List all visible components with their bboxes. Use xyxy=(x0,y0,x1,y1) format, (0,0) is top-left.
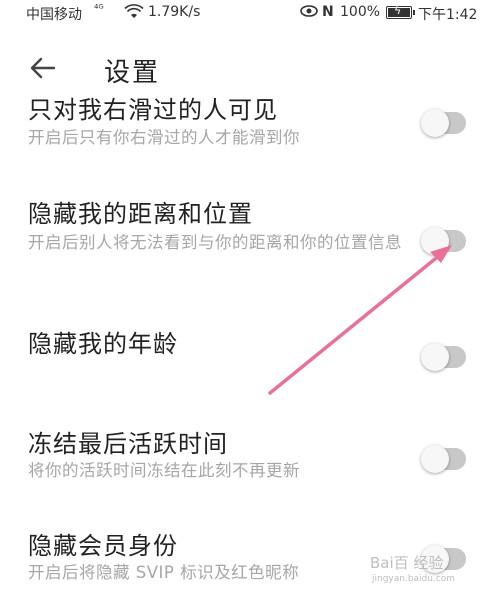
setting-row-hide-distance-location: 隐藏我的距离和位置 开启后别人将无法看到与你的距离和你的位置信息 xyxy=(0,186,488,286)
setting-title: 冻结最后活跃时间 xyxy=(28,430,228,458)
setting-title: 隐藏我的年龄 xyxy=(28,330,178,358)
eye-comfort-icon xyxy=(300,4,318,22)
toggle-hide-distance-location[interactable] xyxy=(421,227,466,255)
setting-row-freeze-active-time: 冻结最后活跃时间 将你的活跃时间冻结在此刻不再更新 xyxy=(0,414,488,494)
setting-description: 开启后只有你右滑过的人才能滑到你 xyxy=(28,128,300,147)
clock: 下午1:42 xyxy=(418,7,478,23)
setting-row-right-swipe-visible: 只对我右滑过的人可见 开启后只有你右滑过的人才能滑到你 xyxy=(0,96,488,168)
setting-description: 开启后别人将无法看到与你的距离和你的位置信息 xyxy=(28,233,402,252)
nfc-icon: N xyxy=(322,4,334,20)
setting-description: 将你的活跃时间冻结在此刻不再更新 xyxy=(28,461,300,480)
watermark-url: jingyan.baidu.com xyxy=(372,574,456,584)
setting-title: 隐藏会员身份 xyxy=(28,532,178,560)
toggle-right-swipe-visible[interactable] xyxy=(421,109,466,137)
back-arrow-icon[interactable] xyxy=(28,54,58,82)
status-bar: 中国移动 ⁴ᴳ 1.79K/s N 100% ϟ 下午1:42 xyxy=(0,0,488,26)
settings-list: 只对我右滑过的人可见 开启后只有你右滑过的人才能滑到你 隐藏我的距离和位置 开启… xyxy=(0,96,488,598)
setting-description: 开启后将隐藏 SVIP 标识及红色昵称 xyxy=(28,563,300,582)
setting-row-hide-age: 隐藏我的年龄 xyxy=(0,312,488,382)
header: 设置 xyxy=(0,40,488,96)
setting-title: 只对我右滑过的人可见 xyxy=(28,96,278,124)
battery-percentage: 100% xyxy=(340,4,381,20)
toggle-hide-age[interactable] xyxy=(421,343,466,371)
carrier-label: 中国移动 xyxy=(26,7,82,23)
setting-title: 隐藏我的距离和位置 xyxy=(28,200,253,228)
battery-icon: ϟ xyxy=(386,4,415,19)
toggle-freeze-active-time[interactable] xyxy=(421,445,466,473)
network-speed: 1.79K/s xyxy=(148,4,201,20)
wifi-icon xyxy=(124,4,144,24)
signal-icon: ⁴ᴳ xyxy=(94,2,104,15)
page-title: 设置 xyxy=(104,58,161,88)
watermark: Bai百 经验 xyxy=(370,554,444,572)
